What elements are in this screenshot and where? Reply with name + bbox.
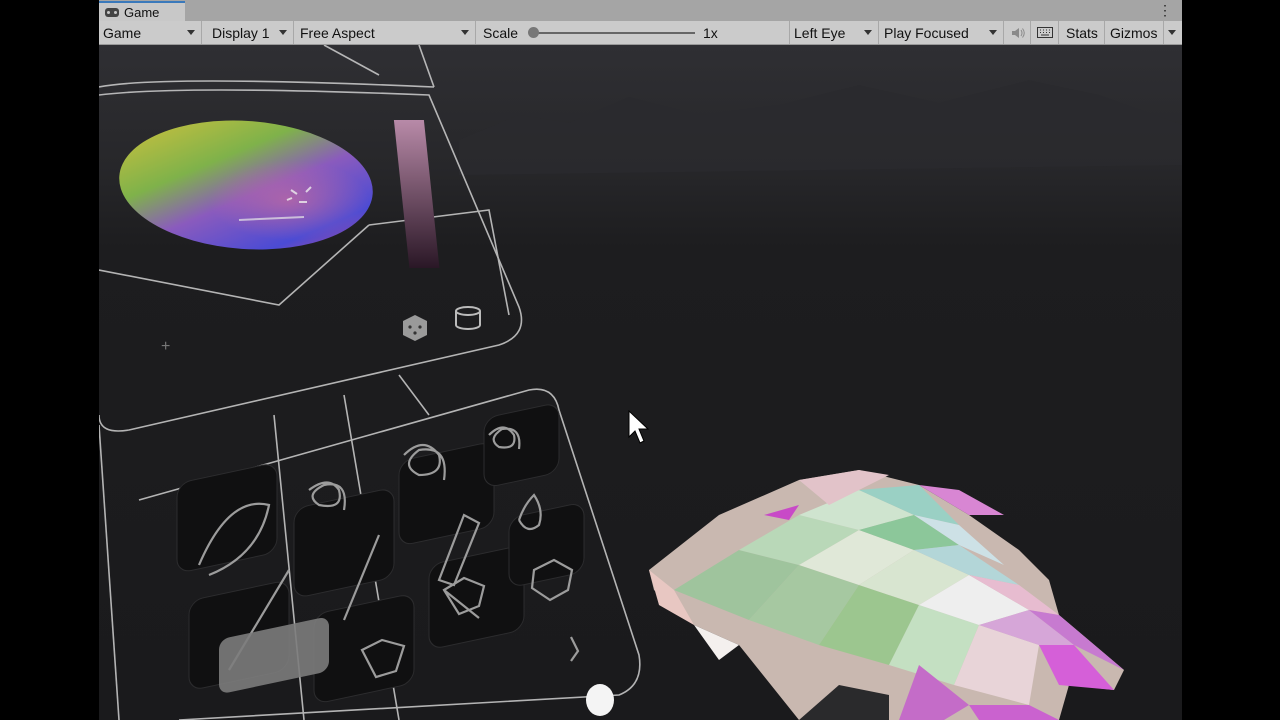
view-mode-label: Game: [103, 24, 142, 41]
eye-dropdown[interactable]: Left Eye: [790, 21, 879, 44]
aspect-label: Free Aspect: [300, 24, 375, 41]
display-dropdown[interactable]: Display 1: [203, 21, 294, 44]
scale-slider-handle[interactable]: [528, 27, 539, 38]
gizmos-dropdown[interactable]: [1165, 21, 1182, 44]
controller-tip: [586, 684, 614, 716]
scale-slider-track[interactable]: [533, 32, 695, 34]
plus-icon[interactable]: +: [161, 338, 170, 355]
aspect-dropdown[interactable]: Free Aspect: [295, 21, 476, 44]
stats-button[interactable]: Stats: [1060, 21, 1105, 44]
display-label: Display 1: [212, 24, 270, 41]
eye-label: Left Eye: [794, 24, 846, 41]
tab-bar: Game ⋮: [99, 0, 1182, 21]
keyboard-icon: [1037, 27, 1053, 38]
play-mode-dropdown[interactable]: Play Focused: [880, 21, 1004, 44]
speaker-icon: [1011, 27, 1025, 38]
scale-label: Scale: [483, 24, 519, 41]
stats-label: Stats: [1066, 24, 1098, 41]
tab-game-label: Game: [124, 4, 160, 20]
view-mode-dropdown[interactable]: Game: [99, 21, 202, 44]
gamepad-icon: [105, 7, 119, 17]
game-window: Game ⋮ Game Display 1 Free Aspect Scale …: [99, 0, 1182, 720]
gizmos-button[interactable]: Gizmos: [1106, 21, 1164, 44]
scale-value: 1x: [699, 21, 785, 44]
tab-game[interactable]: Game: [99, 1, 185, 21]
game-toolbar: Game Display 1 Free Aspect Scale 1x Left…: [99, 21, 1182, 45]
scale-value-label: 1x: [703, 24, 718, 41]
game-viewport[interactable]: +: [99, 45, 1182, 720]
play-mode-label: Play Focused: [884, 24, 969, 41]
keyboard-button[interactable]: [1032, 21, 1059, 44]
more-options-icon[interactable]: ⋮: [1158, 2, 1172, 18]
mute-audio-button[interactable]: [1005, 21, 1031, 44]
gizmos-label: Gizmos: [1110, 24, 1158, 41]
